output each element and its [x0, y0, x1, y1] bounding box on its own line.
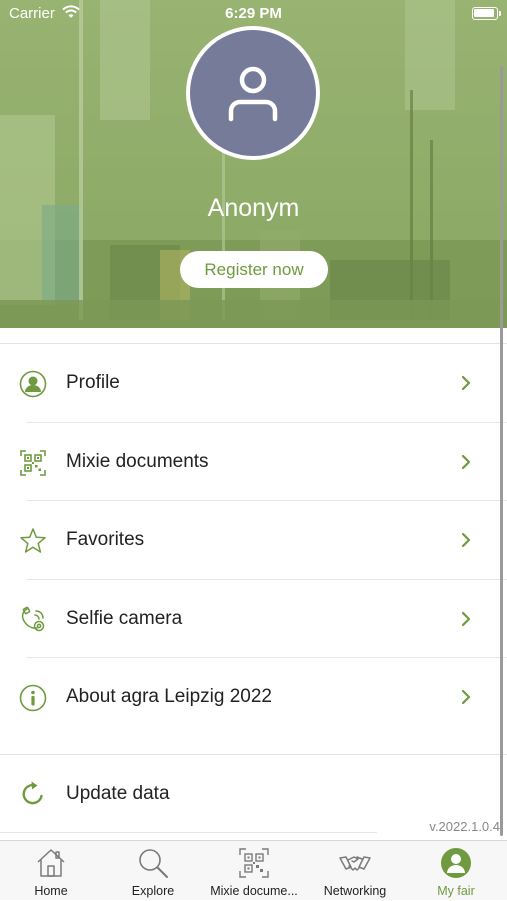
chevron-right-icon: [461, 454, 471, 469]
chevron-right-icon: [461, 375, 471, 391]
app-version: v.2022.1.0.4: [429, 819, 500, 834]
selfie-camera-icon: [21, 606, 45, 631]
menu-item-label: Profile: [66, 372, 120, 393]
profile-header: Carrier 6:29 PM Anonym Register now: [0, 0, 507, 328]
scrollbar[interactable]: [500, 66, 503, 836]
tab-my-fair[interactable]: My fair: [405, 841, 507, 901]
menu-item-profile[interactable]: Profile: [0, 344, 507, 423]
chevron-right-icon: [461, 611, 471, 626]
person-circle-icon: [19, 370, 47, 398]
battery-icon: [472, 7, 501, 20]
tab-label: Home: [34, 884, 68, 898]
tab-home[interactable]: Home: [0, 841, 102, 901]
menu-item-favorites[interactable]: Favorites: [0, 501, 507, 580]
status-time: 6:29 PM: [225, 5, 282, 22]
user-name: Anonym: [207, 194, 300, 222]
my-fair-menu: Profile Mixie documents Favorites Selfie…: [0, 344, 507, 737]
register-now-button[interactable]: Register now: [180, 251, 328, 288]
star-icon: [20, 528, 46, 553]
avatar[interactable]: [186, 26, 320, 160]
home-icon: [37, 849, 65, 877]
tab-explore[interactable]: Explore: [102, 841, 204, 901]
status-bar: Carrier 6:29 PM: [0, 0, 507, 28]
menu-item-about[interactable]: About agra Leipzig 2022: [0, 658, 507, 737]
menu-item-label: Selfie camera: [66, 607, 183, 629]
menu-item-label: Mixie documents: [66, 450, 209, 472]
divider: [0, 832, 377, 833]
menu-item-mixie-documents[interactable]: Mixie documents: [0, 423, 507, 501]
tab-networking[interactable]: Networking: [304, 841, 406, 901]
update-data-label: Update data: [66, 783, 170, 804]
qr-code-icon: [20, 449, 46, 476]
handshake-icon: [339, 856, 371, 871]
tab-label: Explore: [131, 884, 175, 898]
tab-bar: Home Explore Mixie docume... Networking …: [0, 840, 507, 900]
menu-item-label: About agra Leipzig 2022: [66, 686, 272, 707]
tab-mixie-documents[interactable]: Mixie docume...: [203, 841, 305, 901]
person-icon: [441, 848, 471, 878]
person-icon: [228, 66, 278, 122]
info-icon: [19, 684, 47, 712]
menu-item-label: Favorites: [66, 529, 145, 550]
tab-label: Networking: [323, 884, 387, 898]
chevron-right-icon: [461, 532, 471, 548]
chevron-right-icon: [461, 689, 471, 705]
qr-code-icon: [239, 848, 269, 878]
search-icon: [139, 849, 168, 878]
tab-label: My fair: [437, 884, 475, 898]
tab-label: Mixie docume...: [210, 884, 298, 898]
refresh-icon: [22, 781, 43, 805]
menu-item-selfie-camera[interactable]: Selfie camera: [0, 580, 507, 658]
